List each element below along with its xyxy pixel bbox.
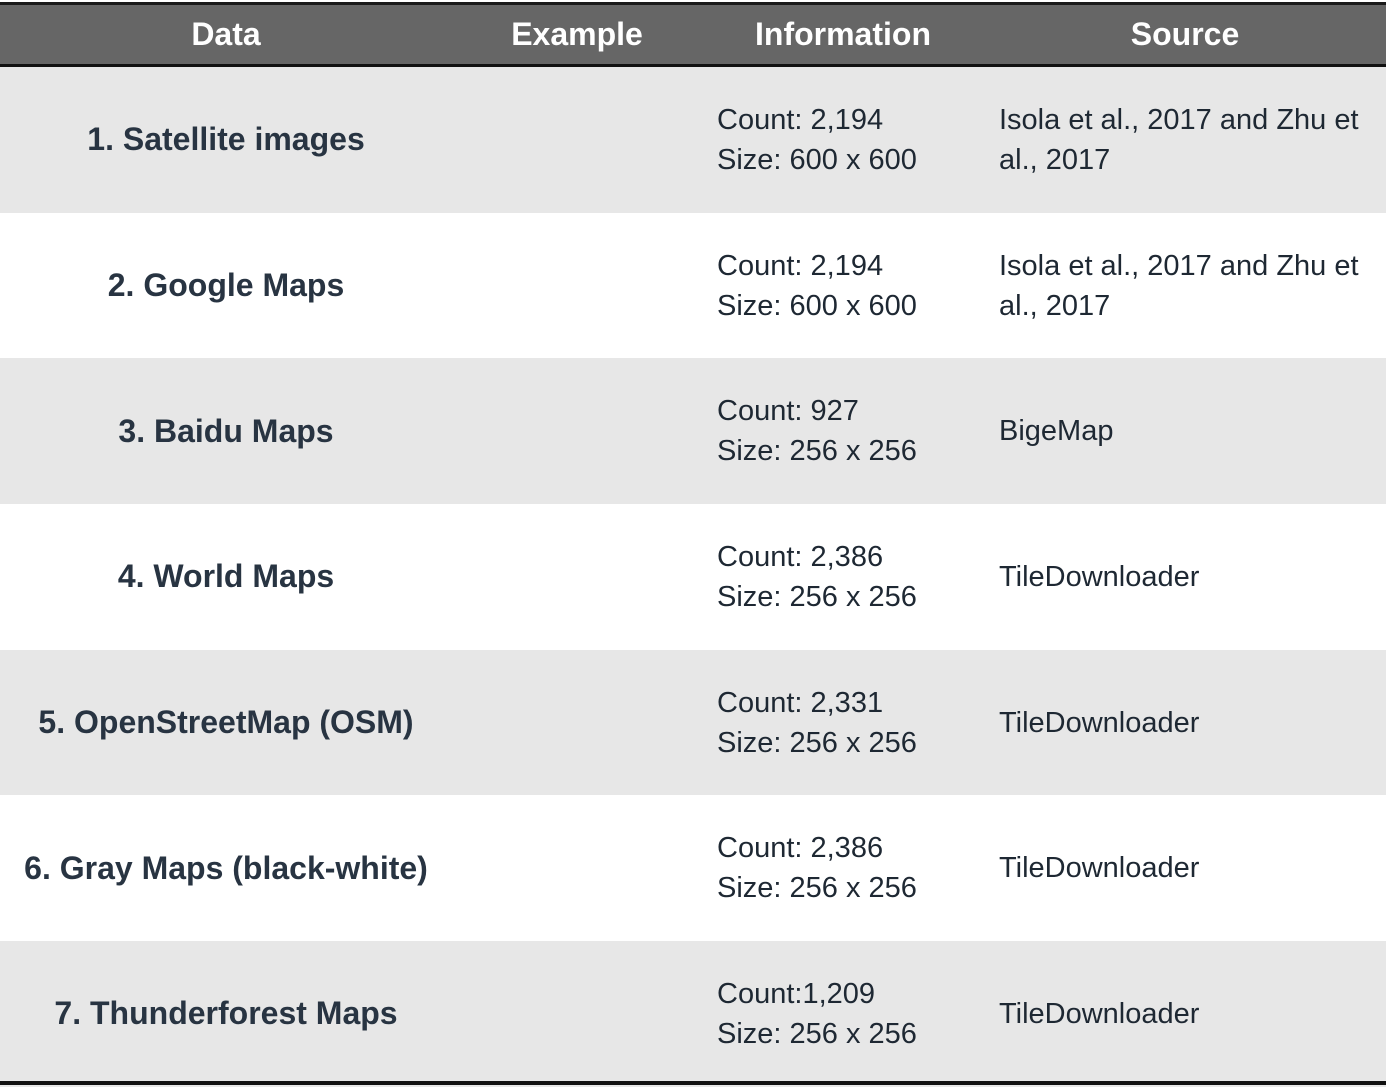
table-row: 5. OpenStreetMap (OSM) Count: 2,331 Size…: [0, 649, 1386, 796]
dataset-name: 5. OpenStreetMap (OSM): [38, 704, 414, 741]
dataset-name: 4. World Maps: [117, 558, 335, 595]
example-cell: [452, 941, 702, 1087]
table-row: 2. Google Maps Count: 2,194 Size: 600 x …: [0, 212, 1386, 359]
size-text: Size: 256 x 256: [717, 872, 917, 905]
information-cell: Count:1,209 Size: 256 x 256: [717, 941, 984, 1087]
count-text: Count: 2,386: [717, 832, 884, 865]
source-cell: TileDownloader: [999, 795, 1359, 941]
source-cell: Isola et al., 2017 and Zhu et al., 2017: [999, 213, 1359, 359]
example-cell: [452, 504, 702, 650]
source-cell: Isola et al., 2017 and Zhu et al., 2017: [999, 67, 1359, 213]
dataset-name: 1. Satellite images: [87, 121, 365, 158]
information-cell: Count: 2,194 Size: 600 x 600: [717, 213, 984, 359]
size-text: Size: 256 x 256: [717, 726, 917, 759]
table-header: Data Example Information Source: [0, 5, 1386, 64]
count-text: Count: 2,386: [717, 540, 884, 573]
count-text: Count:1,209: [717, 977, 876, 1010]
source-cell: TileDownloader: [999, 650, 1359, 796]
source-cell: TileDownloader: [999, 504, 1359, 650]
dataset-name: 2. Google Maps: [107, 267, 345, 304]
count-text: Count: 927: [717, 395, 859, 428]
size-text: Size: 600 x 600: [717, 143, 917, 176]
table-body: 1. Satellite images Count: 2,194 Size: 6…: [0, 67, 1386, 1087]
source-text: TileDownloader: [999, 997, 1200, 1030]
example-cell: [452, 650, 702, 796]
size-text: Size: 256 x 256: [717, 435, 917, 468]
example-cell: [452, 213, 702, 359]
header-data: Data: [191, 16, 261, 52]
source-text: Isola et al., 2017 and Zhu et al., 2017: [999, 249, 1359, 322]
header-source: Source: [1130, 16, 1240, 52]
example-cell: [452, 67, 702, 213]
bottom-rule: [0, 1081, 1386, 1085]
size-text: Size: 256 x 256: [717, 1017, 917, 1050]
size-text: Size: 600 x 600: [717, 289, 917, 322]
table-row: 3. Baidu Maps Count: 927 Size: 256 x 256…: [0, 358, 1386, 505]
source-text: TileDownloader: [999, 560, 1200, 593]
count-text: Count: 2,194: [717, 103, 884, 136]
dataset-name: 7. Thunderforest Maps: [54, 995, 398, 1032]
information-cell: Count: 2,331 Size: 256 x 256: [717, 650, 984, 796]
information-cell: Count: 2,386 Size: 256 x 256: [717, 795, 984, 941]
information-cell: Count: 927 Size: 256 x 256: [717, 358, 984, 504]
source-text: Isola et al., 2017 and Zhu et al., 2017: [999, 103, 1359, 176]
information-cell: Count: 2,386 Size: 256 x 256: [717, 504, 984, 650]
source-text: TileDownloader: [999, 852, 1200, 885]
information-cell: Count: 2,194 Size: 600 x 600: [717, 67, 984, 213]
example-cell: [452, 795, 702, 941]
count-text: Count: 2,194: [717, 249, 884, 282]
count-text: Count: 2,331: [717, 686, 884, 719]
dataset-name: 3. Baidu Maps: [118, 412, 334, 449]
table-row: 4. World Maps Count: 2,386 Size: 256 x 2…: [0, 504, 1386, 650]
source-text: BigeMap: [999, 415, 1114, 448]
table-row: 6. Gray Maps (black-white) Count: 2,386 …: [0, 795, 1386, 942]
example-cell: [452, 358, 702, 504]
table-row: 1. Satellite images Count: 2,194 Size: 6…: [0, 67, 1386, 213]
dataset-table: Data Example Information Source 1. Satel…: [0, 0, 1386, 1087]
source-cell: BigeMap: [999, 358, 1359, 504]
table-row: 7. Thunderforest Maps Count:1,209 Size: …: [0, 941, 1386, 1087]
dataset-name: 6. Gray Maps (black-white): [24, 849, 428, 886]
header-information: Information: [755, 16, 931, 52]
size-text: Size: 256 x 256: [717, 580, 917, 613]
header-example: Example: [511, 16, 643, 52]
source-cell: TileDownloader: [999, 941, 1359, 1087]
source-text: TileDownloader: [999, 706, 1200, 739]
